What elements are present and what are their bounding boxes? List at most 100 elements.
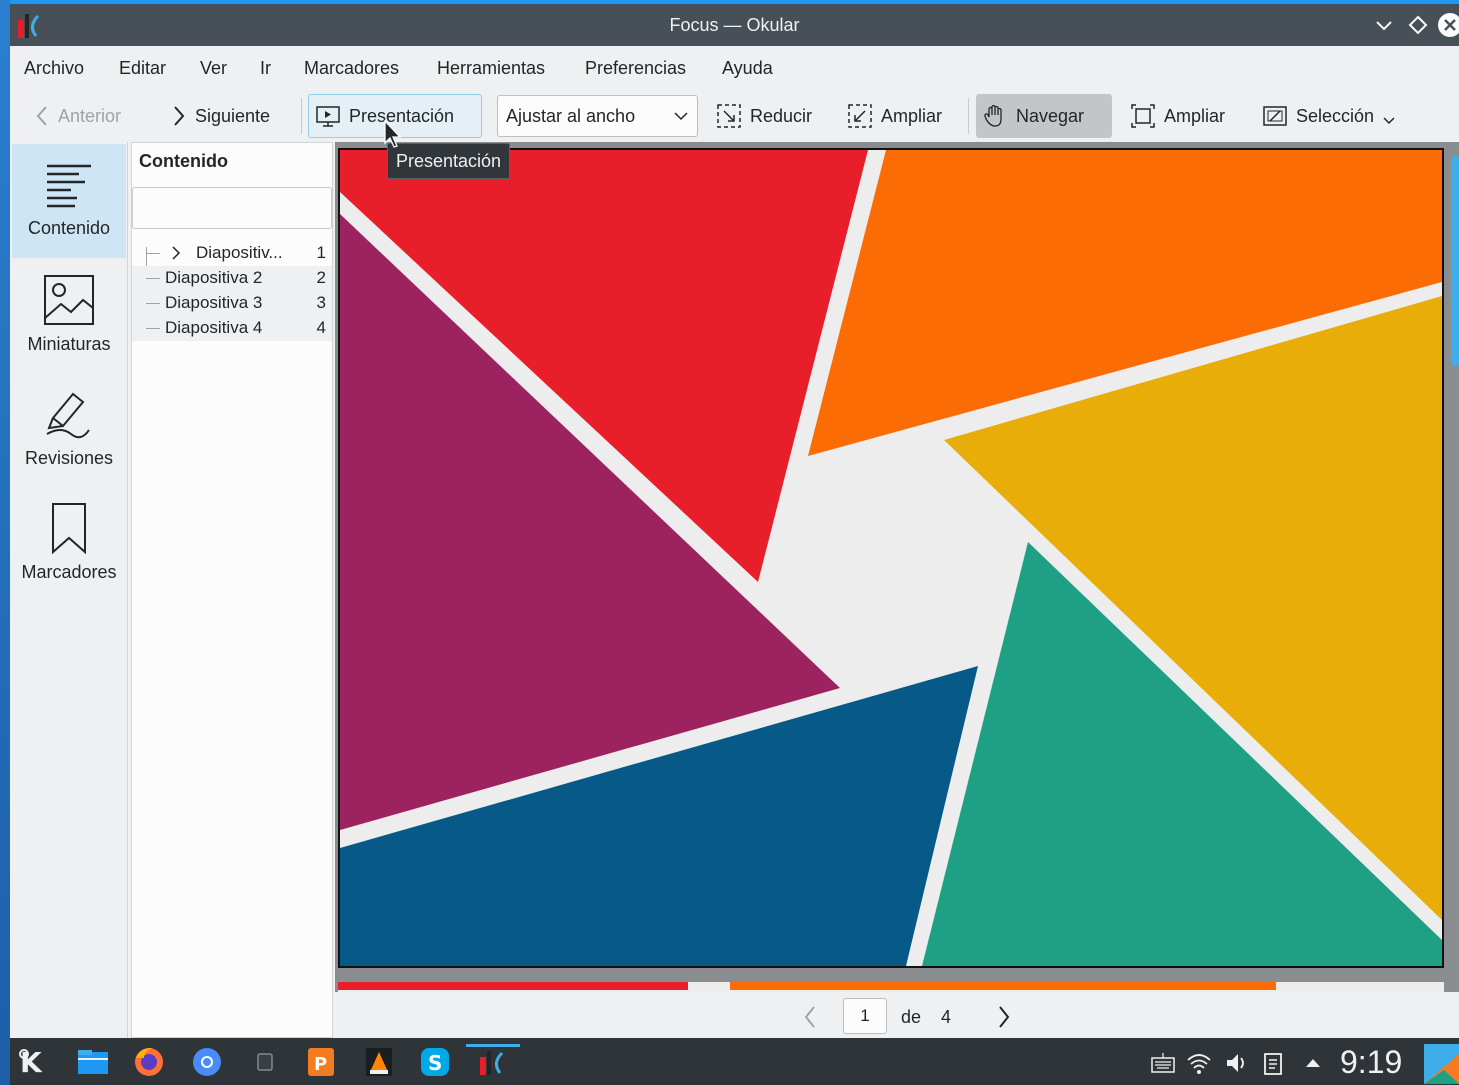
tree-item-label: Diapositiv...	[196, 243, 283, 262]
tree-item[interactable]: Diapositiva 3 3	[132, 291, 332, 316]
wifi-icon[interactable]	[1186, 1050, 1212, 1076]
tree-item-label: Diapositiva 3	[165, 293, 263, 312]
zoom-in-label: Ampliar	[881, 105, 943, 126]
selection-tool-button[interactable]: Selección	[1256, 94, 1402, 138]
hand-icon	[982, 103, 1008, 129]
tree-item-label: Diapositiva 2	[165, 268, 263, 287]
taskbar: K P S 9:19	[10, 1038, 1459, 1085]
sidebar: Contenido Miniaturas Revisiones Marcador…	[10, 142, 128, 1038]
presentation-app-icon[interactable]: P	[302, 1044, 340, 1080]
file-manager-icon[interactable]	[74, 1044, 112, 1080]
page-number-input[interactable]	[843, 998, 887, 1034]
tree-item-page: 2	[316, 268, 326, 287]
zoom-out-icon	[716, 103, 742, 129]
document-page[interactable]	[338, 148, 1444, 968]
tree-item-page: 3	[316, 293, 326, 312]
previous-page-icon[interactable]	[801, 1004, 819, 1030]
vlc-icon[interactable]	[360, 1044, 398, 1080]
tree-branch	[146, 278, 160, 279]
sidebar-item-bookmarks[interactable]: Marcadores	[12, 488, 126, 602]
sidebar-item-reviews[interactable]: Revisiones	[12, 374, 126, 488]
page2-orange-shape	[730, 982, 1276, 990]
zoom-out-button[interactable]: Reducir	[710, 94, 818, 138]
tree-item-page: 4	[316, 318, 326, 337]
tree-branch	[146, 328, 160, 329]
zoom-out-label: Reducir	[750, 105, 813, 126]
sidebar-item-contents[interactable]: Contenido	[12, 144, 126, 258]
svg-text:P: P	[314, 1054, 327, 1075]
zoom-mode-select[interactable]: Ajustar al ancho	[497, 95, 698, 137]
close-button[interactable]	[1438, 13, 1459, 37]
previous-button[interactable]: Anterior	[28, 94, 127, 138]
sidebar-item-label: Revisiones	[24, 448, 114, 468]
volume-icon[interactable]	[1224, 1050, 1250, 1076]
chevron-down-icon	[673, 106, 689, 126]
keyboard-icon[interactable]	[1150, 1050, 1176, 1076]
presentation-icon	[315, 104, 341, 128]
zoom-tool-button[interactable]: Ampliar	[1124, 94, 1231, 138]
next-page-icon[interactable]	[995, 1004, 1013, 1030]
menu-ver[interactable]: Ver	[200, 58, 227, 79]
zoom-tool-label: Ampliar	[1164, 105, 1226, 126]
clipboard-icon[interactable]	[1260, 1050, 1286, 1076]
tree-item[interactable]: Diapositiv... 1	[132, 241, 332, 266]
chevron-down-icon	[1382, 104, 1396, 128]
zoom-in-icon	[847, 103, 873, 129]
tree-item[interactable]: Diapositiva 2 2	[132, 266, 332, 291]
document-scrollbar[interactable]	[1451, 156, 1459, 366]
toolbar-separator	[301, 98, 302, 134]
toolbar-separator	[968, 98, 969, 134]
okular-icon[interactable]	[466, 1044, 520, 1080]
browse-label: Navegar	[1016, 105, 1085, 126]
page-of-label: de	[901, 1007, 922, 1027]
sidebar-item-label: Marcadores	[21, 562, 117, 582]
kde-launcher-icon[interactable]: K	[16, 1044, 54, 1080]
menu-editar[interactable]: Editar	[119, 58, 166, 79]
firefox-icon[interactable]	[130, 1044, 168, 1080]
window-title: Focus — Okular	[669, 15, 800, 35]
menu-preferencias[interactable]: Preferencias	[585, 58, 686, 79]
next-button[interactable]: Siguiente	[165, 94, 276, 138]
tree-item-page: 1	[316, 243, 326, 262]
contents-tree: Diapositiv... 1 Diapositiva 2 2 Diaposit…	[132, 241, 332, 341]
show-desktop-icon[interactable]	[1424, 1044, 1459, 1084]
tree-branch	[146, 253, 160, 254]
sidebar-item-label: Miniaturas	[27, 334, 111, 354]
title-bar: Focus — Okular	[10, 4, 1459, 46]
show-hidden-tray-icon[interactable]	[1300, 1050, 1326, 1076]
tree-expand-icon[interactable]	[170, 243, 182, 263]
next-page-preview	[338, 982, 1444, 992]
selection-icon	[1262, 103, 1288, 129]
desktop-background	[0, 0, 10, 1085]
skype-icon[interactable]: S	[416, 1044, 454, 1080]
contents-panel: Contenido Diapositiv... 1 Diapositiva 2 …	[131, 142, 333, 1038]
menu-archivo[interactable]: Archivo	[24, 58, 84, 79]
tooltip: Presentación	[387, 143, 511, 179]
document-view[interactable]	[335, 142, 1459, 992]
contents-search-input[interactable]	[132, 187, 332, 229]
thumbnails-icon	[41, 272, 97, 328]
menu-marcadores[interactable]: Marcadores	[304, 58, 399, 79]
clock[interactable]: 9:19	[1340, 1044, 1402, 1081]
chromium-icon[interactable]	[188, 1044, 226, 1080]
main-toolbar: Anterior Siguiente Presentación Ajustar …	[10, 90, 1459, 142]
scratch-icon[interactable]	[246, 1044, 284, 1080]
maximize-button[interactable]	[1406, 13, 1430, 37]
zoom-in-button[interactable]: Ampliar	[841, 94, 948, 138]
mouse-cursor-icon	[383, 119, 403, 149]
sidebar-item-label: Contenido	[27, 218, 111, 238]
page2-red-shape	[338, 982, 688, 990]
sidebar-item-thumbnails[interactable]: Miniaturas	[12, 260, 126, 374]
selection-label: Selección	[1296, 105, 1375, 126]
browse-tool-button[interactable]: Navegar	[976, 94, 1112, 138]
chevron-right-icon	[171, 104, 187, 128]
minimize-button[interactable]	[1372, 13, 1396, 37]
menu-herramientas[interactable]: Herramientas	[437, 58, 545, 79]
menu-ir[interactable]: Ir	[260, 58, 271, 79]
next-label: Siguiente	[195, 105, 271, 126]
menu-bar: Archivo Editar Ver Ir Marcadores Herrami…	[10, 46, 1459, 90]
menu-ayuda[interactable]: Ayuda	[722, 58, 773, 79]
page-navigation: de 4	[335, 992, 1459, 1038]
tree-item[interactable]: Diapositiva 4 4	[132, 316, 332, 341]
previous-label: Anterior	[58, 105, 122, 126]
